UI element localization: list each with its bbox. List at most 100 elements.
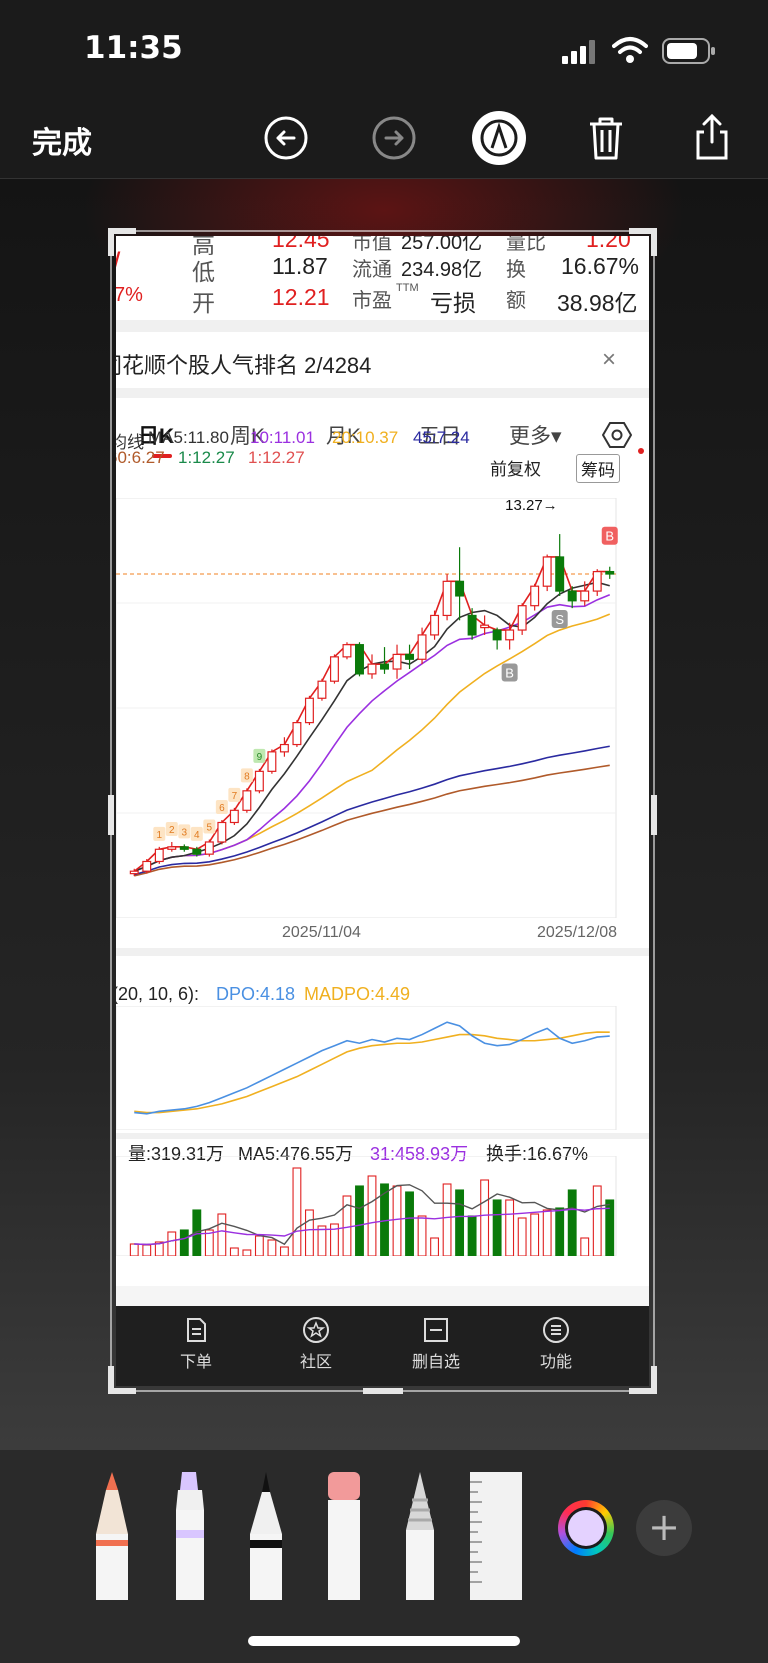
volume-bar <box>317 1225 327 1256</box>
popularity-rank-bar[interactable]: 同花顺个股人气排名 2/4284 × <box>116 334 649 390</box>
date-axis: 2025/11/04 2025/12/08 <box>116 924 649 946</box>
crop-handle[interactable] <box>651 1366 657 1394</box>
done-button[interactable]: 完成 <box>32 118 92 162</box>
cellular-signal-icon <box>562 40 595 64</box>
candle <box>455 547 465 621</box>
crop-handle[interactable] <box>651 795 657 835</box>
nav-order[interactable]: 下单 <box>156 1316 236 1372</box>
volume-bar <box>292 1167 302 1256</box>
bottom-nav: 下单 社区 删自选 功能 <box>116 1306 649 1386</box>
candle <box>492 627 502 650</box>
madpo-value: MADPO:4.49 <box>304 984 411 1004</box>
high-price-label: 13.27→ <box>505 498 558 514</box>
svg-text:B: B <box>505 666 514 681</box>
value-low: 11.87 <box>272 253 328 279</box>
svg-text:8: 8 <box>244 771 250 782</box>
volume-bar <box>217 1213 227 1256</box>
change-fragment: / <box>116 247 120 281</box>
volume-bar <box>167 1231 177 1256</box>
nav-label: 删自选 <box>411 1354 460 1371</box>
candle <box>292 720 302 747</box>
candle <box>392 644 402 679</box>
value-turnover: 16.67% <box>561 253 640 279</box>
eraser-tool-icon[interactable] <box>324 1470 364 1600</box>
highlighter-tool-icon[interactable] <box>170 1470 210 1600</box>
nav-functions[interactable]: 功能 <box>516 1316 596 1372</box>
volume-chart[interactable] <box>116 1156 649 1256</box>
share-icon[interactable] <box>684 110 740 166</box>
candlestick-chart[interactable]: 1 2 3 456789 13.27→ B S B <box>116 498 649 918</box>
volume-bar <box>505 1199 515 1256</box>
ma-value-pink: 1:12.27 <box>248 448 305 467</box>
volume-bar <box>142 1244 152 1256</box>
label-low: 低 <box>192 259 215 285</box>
change-pct-fragment: 7% <box>116 284 143 306</box>
dpo-line <box>134 1021 610 1115</box>
nav-label: 功能 <box>539 1354 572 1371</box>
markup-pen-icon[interactable] <box>471 110 527 166</box>
candle <box>555 534 565 596</box>
label-pe: 市盈 <box>352 290 392 312</box>
nav-remove-watchlist[interactable]: 删自选 <box>396 1316 476 1372</box>
ma45-value: 45:7.24 <box>413 428 470 447</box>
marker-tool-icon[interactable] <box>246 1470 286 1600</box>
ma60-value: 60:6.27 <box>116 448 165 467</box>
candle <box>254 768 264 794</box>
volume-bar <box>305 1209 314 1256</box>
candle <box>242 788 252 813</box>
candle <box>167 841 177 852</box>
crop-handle[interactable] <box>651 228 657 256</box>
sequence-count-label: 1 <box>153 826 166 841</box>
crop-handle[interactable] <box>108 228 114 256</box>
volume-bar <box>455 1189 465 1256</box>
settings-hex-icon[interactable] <box>602 420 632 450</box>
sequence-count-label: 9 <box>253 748 266 763</box>
close-icon[interactable]: × <box>602 346 616 374</box>
x-tick-label: 2025/11/04 <box>282 924 361 941</box>
document-icon <box>187 1318 206 1342</box>
wifi-icon <box>612 37 648 63</box>
volume-bar <box>480 1179 490 1256</box>
screenshot-card: 高 12.45 市值 257.00亿 量比 1.20 / 低 11.87 流通 … <box>116 236 649 1386</box>
dpo-chart[interactable] <box>116 1006 649 1130</box>
volume-bar <box>467 1215 477 1256</box>
crop-handle[interactable] <box>108 1366 114 1394</box>
undo-icon[interactable] <box>258 110 314 166</box>
trash-icon[interactable] <box>578 110 634 166</box>
status-bar: 11:35 <box>0 0 768 100</box>
lasso-tool-icon[interactable] <box>400 1470 440 1600</box>
volume-bar <box>567 1189 577 1256</box>
ruler-tool-icon[interactable] <box>468 1470 524 1600</box>
volume-bar <box>242 1249 252 1256</box>
label-open: 开 <box>192 290 215 316</box>
svg-text:9: 9 <box>257 752 263 763</box>
restore-rights-button[interactable]: 前复权 <box>486 454 545 481</box>
value-pe: 亏损 <box>430 290 476 316</box>
crop-handle[interactable] <box>108 795 114 835</box>
candle <box>355 642 364 677</box>
candle <box>154 846 164 864</box>
sequence-count-label: 7 <box>228 787 241 802</box>
candle <box>204 839 214 857</box>
volume-bar <box>179 1229 189 1256</box>
ma10-value: 10:11.01 <box>250 428 315 447</box>
add-tool-button[interactable]: + <box>636 1500 692 1556</box>
quote-row-open: 7% 开 12.21 市盈 TTM 亏损 额 38.98亿 <box>116 282 649 316</box>
volume-bar <box>417 1215 427 1256</box>
chips-button[interactable]: 筹码 <box>576 454 620 483</box>
crop-handle[interactable] <box>363 1388 403 1394</box>
ma20-value: 20:10.37 <box>332 428 399 447</box>
volume-bar <box>129 1243 139 1256</box>
candle <box>592 569 602 596</box>
color-picker-icon[interactable] <box>558 1500 614 1556</box>
candle <box>217 820 227 845</box>
status-time: 11:35 <box>84 30 183 66</box>
home-indicator <box>248 1636 520 1646</box>
tab-more[interactable]: 更多▾ <box>509 420 562 450</box>
svg-text:7: 7 <box>232 791 238 802</box>
volume-bar <box>442 1183 452 1256</box>
signal-badge: B <box>501 663 518 682</box>
redo-icon[interactable] <box>366 110 422 166</box>
nav-community[interactable]: 社区 <box>276 1316 356 1372</box>
pen-tool-icon[interactable] <box>92 1470 132 1600</box>
